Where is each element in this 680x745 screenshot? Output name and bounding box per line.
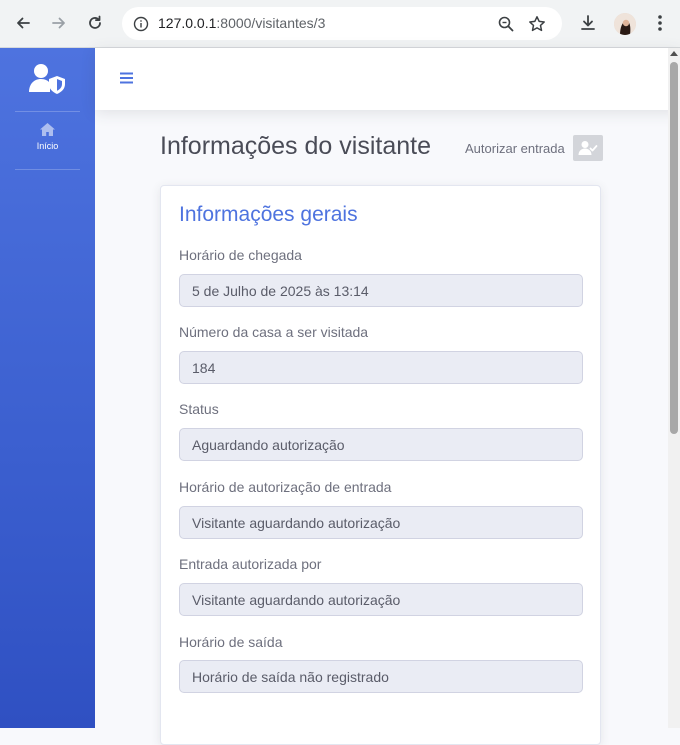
exit-time-label: Horário de saída [179, 634, 283, 650]
house-number-field[interactable]: 184 [179, 351, 583, 384]
address-bar[interactable]: 127.0.0.1:8000/visitantes/3 [122, 7, 562, 40]
authorized-by-field[interactable]: Visitante aguardando autorização [179, 583, 583, 616]
authorization-time-field[interactable]: Visitante aguardando autorização [179, 506, 583, 539]
info-card: Informações gerais Horário de chegada 5 … [160, 185, 601, 745]
menu-dots-icon[interactable] [648, 11, 672, 35]
sidebar-item-inicio[interactable]: Início [0, 122, 95, 162]
sidebar-item-label: Início [36, 141, 59, 151]
url-host: 127.0.0.1 [158, 15, 217, 31]
authorize-entry-button[interactable] [572, 135, 603, 161]
card-title: Informações gerais [179, 203, 358, 226]
browser-toolbar: 127.0.0.1:8000/visitantes/3 [0, 0, 680, 48]
back-icon[interactable] [10, 10, 36, 36]
reload-icon[interactable] [82, 10, 108, 36]
authorization-time-label: Horário de autorização de entrada [179, 479, 392, 495]
scrollbar-thumb[interactable] [670, 62, 678, 434]
sidebar-divider [15, 111, 80, 112]
sidebar: Início [0, 48, 95, 728]
url-text: 127.0.0.1:8000/visitantes/3 [158, 15, 325, 31]
arrival-time-field[interactable]: 5 de Julho de 2025 às 13:14 [179, 274, 583, 307]
user-shield-icon [28, 64, 65, 94]
authorize-entry-label: Autorizar entrada [465, 140, 565, 156]
exit-time-field[interactable]: Horário de saída não registrado [179, 660, 583, 693]
bookmark-star-icon[interactable] [527, 14, 547, 34]
house-number-label: Número da casa a ser visitada [179, 324, 369, 340]
authorized-by-label: Entrada autorizada por [179, 556, 322, 572]
topbar [95, 48, 680, 110]
page-scrollbar[interactable] [668, 48, 680, 728]
brand-logo[interactable] [0, 48, 95, 110]
site-info-icon[interactable] [130, 13, 151, 34]
zoom-icon[interactable] [496, 14, 516, 34]
home-icon [40, 123, 55, 136]
menu-toggle-icon[interactable] [119, 70, 135, 86]
status-label: Status [179, 401, 219, 417]
url-path: :8000/visitantes/3 [216, 15, 326, 31]
download-icon[interactable] [576, 11, 600, 35]
status-field[interactable]: Aguardando autorização [179, 428, 583, 461]
user-check-icon [578, 141, 598, 155]
forward-icon[interactable] [46, 10, 72, 36]
scroll-up-icon[interactable] [670, 51, 678, 56]
authorize-entry: Autorizar entrada [465, 135, 603, 161]
sidebar-divider [15, 169, 80, 170]
arrival-time-label: Horário de chegada [179, 247, 302, 263]
page-title: Informações do visitante [160, 132, 431, 160]
profile-avatar[interactable] [614, 13, 636, 35]
